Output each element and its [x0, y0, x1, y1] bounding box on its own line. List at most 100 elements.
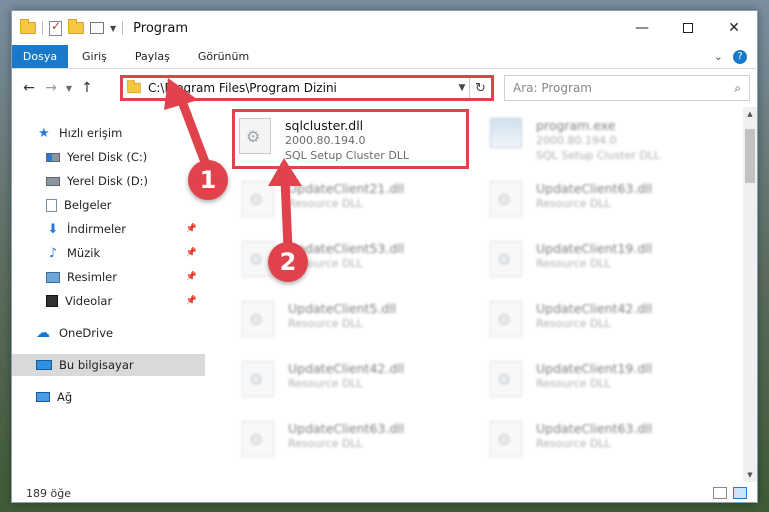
dll-file-icon [490, 181, 522, 217]
help-icon[interactable]: ? [733, 49, 747, 64]
pin-icon[interactable]: 📌 [186, 296, 197, 306]
file-name: UpdateClient19.dll [536, 241, 653, 256]
minimize-button[interactable]: — [619, 11, 665, 45]
ribbon-tabs: Dosya Giriş Paylaş Görünüm ⌄ ? [12, 45, 757, 69]
pin-icon[interactable]: 📌 [186, 224, 197, 234]
vertical-scrollbar[interactable]: ▲ ▼ [743, 107, 757, 482]
ribbon-right-controls: ⌄ ? [714, 45, 757, 68]
sidebar-item-label: Ağ [57, 390, 73, 404]
dll-file-icon [490, 361, 522, 397]
file-version: 2000.80.194.0 [536, 134, 617, 147]
maximize-button[interactable] [665, 11, 711, 45]
scroll-up-icon[interactable]: ▲ [743, 107, 757, 121]
file-name: UpdateClient63.dll [288, 421, 405, 436]
sidebar-item-documents[interactable]: Belgeler [12, 194, 205, 216]
pin-icon[interactable]: 📌 [186, 272, 197, 282]
view-switcher [713, 487, 757, 499]
tiles-view-icon[interactable] [733, 487, 747, 499]
new-folder-icon[interactable] [68, 19, 84, 34]
file-item[interactable]: UpdateClient19.dll Resource DLL [490, 355, 720, 411]
file-item[interactable]: program.exe 2000.80.194.0 SQL Setup Clus… [490, 112, 720, 168]
status-bar: 189 öğe [12, 482, 757, 504]
file-item[interactable]: UpdateClient5.dll Resource DLL [242, 295, 472, 351]
file-name: UpdateClient42.dll [288, 361, 405, 376]
search-icon[interactable]: ⌕ [734, 81, 741, 96]
drive-icon [46, 176, 60, 186]
file-item[interactable]: UpdateClient19.dll Resource DLL [490, 235, 720, 291]
navigation-pane: ★ Hızlı erişim Yerel Disk (C:) Yerel Dis… [12, 107, 208, 482]
item-count: 189 öğe [26, 486, 71, 500]
divider [42, 21, 43, 35]
sidebar-item-label: Yerel Disk (D:) [67, 174, 149, 188]
scroll-thumb[interactable] [745, 129, 755, 183]
download-icon: ⬇ [47, 221, 59, 237]
file-description: Resource DLL [288, 197, 363, 210]
address-path[interactable]: C:\Program Files\Program Dizini [148, 81, 455, 95]
dll-file-icon [239, 118, 271, 154]
sidebar-item-onedrive[interactable]: ☁ OneDrive [12, 322, 205, 344]
details-view-icon[interactable] [713, 487, 727, 499]
sidebar-item-label: Yerel Disk (C:) [67, 150, 148, 164]
close-button[interactable]: ✕ [711, 11, 757, 45]
file-list: sqlcluster.dll 2000.80.194.0 SQL Setup C… [218, 107, 742, 482]
chevron-down-icon[interactable]: ⌄ [714, 50, 723, 63]
back-button[interactable]: ← [18, 80, 40, 96]
sidebar-item-local-disk-c[interactable]: Yerel Disk (C:) [12, 146, 205, 168]
pictures-icon [46, 271, 60, 283]
up-button[interactable]: ↑ [76, 80, 98, 96]
file-description: Resource DLL [536, 257, 611, 270]
sidebar-item-network[interactable]: Ağ [12, 386, 205, 408]
title-bar: ▼ Program — ✕ [12, 11, 757, 45]
dll-file-icon [490, 301, 522, 337]
file-item-sqlcluster[interactable]: sqlcluster.dll 2000.80.194.0 SQL Setup C… [232, 109, 469, 169]
dll-file-icon [242, 421, 274, 457]
properties-icon[interactable] [90, 22, 104, 34]
pin-icon[interactable]: 📌 [186, 248, 197, 258]
file-name: sqlcluster.dll [285, 118, 364, 133]
computer-icon [36, 360, 52, 370]
tab-file[interactable]: Dosya [12, 45, 68, 68]
folder-icon [127, 80, 141, 94]
explorer-window: ▼ Program — ✕ Dosya Giriş Paylaş Görünüm… [11, 10, 758, 503]
address-dropdown-icon[interactable]: ▼ [455, 83, 469, 93]
sidebar-item-pictures[interactable]: Resimler 📌 [12, 266, 205, 288]
refresh-icon[interactable]: ↻ [469, 78, 491, 98]
file-item[interactable]: UpdateClient21.dll Resource DLL [242, 175, 472, 231]
maximize-icon [683, 23, 693, 33]
tab-share[interactable]: Paylaş [121, 45, 184, 68]
file-item[interactable]: UpdateClient63.dll Resource DLL [242, 415, 472, 471]
divider [122, 21, 124, 35]
file-description: SQL Setup Cluster DLL [285, 149, 410, 162]
window-title: Program [133, 20, 189, 36]
file-item[interactable]: UpdateClient63.dll Resource DLL [490, 175, 720, 231]
sidebar-item-label: Resimler [67, 270, 117, 284]
file-name: UpdateClient63.dll [536, 181, 653, 196]
tab-home[interactable]: Giriş [68, 45, 121, 68]
sidebar-item-videos[interactable]: Videolar 📌 [12, 290, 205, 312]
address-bar[interactable]: C:\Program Files\Program Dizini ▼ ↻ [120, 75, 494, 101]
search-input[interactable]: Ara: Program ⌕ [504, 75, 750, 101]
sidebar-item-music[interactable]: ♪ Müzik 📌 [12, 242, 205, 264]
recent-locations-chevron-icon[interactable]: ▼ [62, 84, 76, 93]
video-icon [46, 295, 58, 307]
star-icon: ★ [38, 125, 50, 141]
file-item[interactable]: UpdateClient42.dll Resource DLL [490, 295, 720, 351]
properties-check-icon[interactable] [49, 19, 62, 36]
quick-access-toolbar: ▼ [12, 19, 124, 36]
forward-button[interactable]: → [40, 80, 62, 96]
customize-qat-chevron-icon[interactable]: ▼ [110, 24, 116, 33]
tab-view[interactable]: Görünüm [184, 45, 263, 68]
address-row: ← → ▼ ↑ C:\Program Files\Program Dizini … [12, 69, 757, 107]
sidebar-item-quick-access[interactable]: ★ Hızlı erişim [12, 122, 205, 144]
scroll-down-icon[interactable]: ▼ [743, 468, 757, 482]
file-item[interactable]: UpdateClient63.dll Resource DLL [490, 415, 720, 471]
sidebar-item-label: Hızlı erişim [59, 126, 123, 140]
file-description: Resource DLL [288, 437, 363, 450]
sidebar-item-this-pc[interactable]: Bu bilgisayar [12, 354, 205, 376]
documents-icon [46, 198, 57, 212]
music-icon: ♪ [48, 245, 58, 261]
sidebar-item-downloads[interactable]: ⬇ İndirmeler 📌 [12, 218, 205, 240]
sidebar-item-local-disk-d[interactable]: Yerel Disk (D:) [12, 170, 205, 192]
dll-file-icon [242, 301, 274, 337]
file-item[interactable]: UpdateClient42.dll Resource DLL [242, 355, 472, 411]
